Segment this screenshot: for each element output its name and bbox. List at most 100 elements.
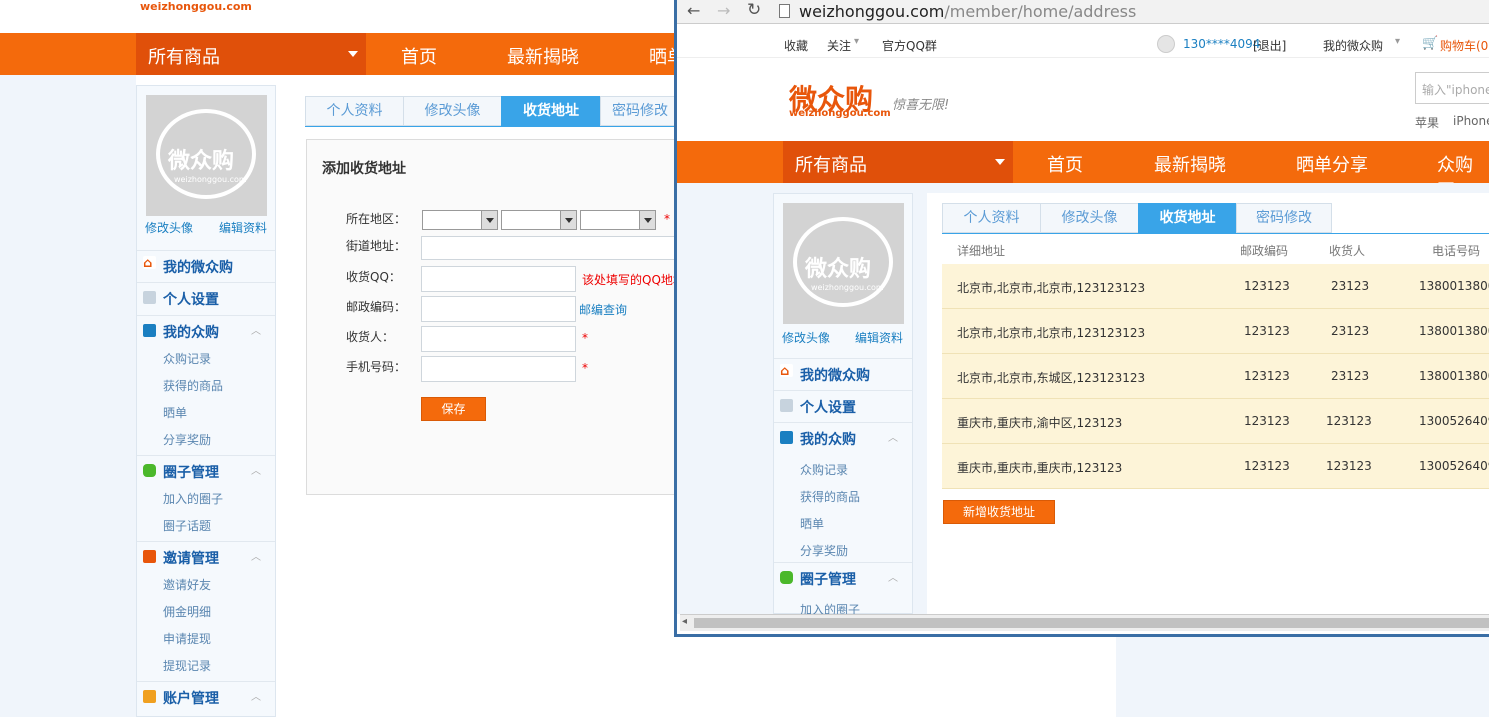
nav-latest[interactable]: 最新揭晓 — [507, 43, 579, 69]
edit-profile-link[interactable]: 编辑资料 — [855, 329, 903, 346]
menu-circle-mgmt[interactable]: 圈子管理 ︿ — [774, 562, 912, 593]
menu-my-purchases[interactable]: 我的众购 ︿ — [774, 422, 912, 453]
menu-personal-settings[interactable]: 个人设置 — [137, 282, 275, 313]
submenu-circle-topics[interactable]: 圈子话题 — [163, 517, 211, 534]
table-row[interactable]: 北京市,北京市,北京市,123123123 123123 23123 13800… — [942, 264, 1489, 309]
submenu-won-items[interactable]: 获得的商品 — [800, 488, 860, 505]
tab-profile[interactable]: 个人资料 — [942, 203, 1041, 233]
cart-link[interactable]: 购物车(0 — [1440, 37, 1488, 54]
tab-address[interactable]: 收货地址 — [501, 96, 601, 126]
tab-address[interactable]: 收货地址 — [1138, 203, 1237, 233]
avatar: 微众购 weizhonggou.com — [783, 203, 904, 324]
nav-latest[interactable]: 最新揭晓 — [1154, 151, 1226, 177]
chevron-down-icon — [348, 51, 358, 57]
user-name[interactable]: 130****4094 — [1183, 37, 1260, 51]
table-row[interactable]: 北京市,北京市,北京市,123123123 123123 23123 13800… — [942, 309, 1489, 354]
cell-receiver: 123123 — [1326, 414, 1372, 428]
zip-lookup-link[interactable]: 邮编查询 — [579, 301, 627, 318]
url-host: weizhonggou.com — [799, 2, 945, 21]
chevron-down-icon: ▾ — [1395, 36, 1401, 47]
menu-invite-mgmt[interactable]: 邀请管理 ︿ — [137, 541, 275, 572]
favorite-link[interactable]: 收藏 — [784, 37, 808, 54]
street-label: 街道地址： — [346, 239, 407, 253]
menu-my-purchases[interactable]: 我的众购 ︿ — [137, 315, 275, 346]
address-field[interactable]: weizhonggou.com/member/home/address — [799, 2, 1136, 21]
district-select[interactable] — [580, 210, 656, 230]
menu-my-weizhonggou[interactable]: ⌂ 我的微众购 — [774, 358, 912, 389]
chevron-up-icon: ︿ — [251, 552, 261, 563]
tab-password[interactable]: 密码修改 — [1236, 203, 1332, 233]
submenu-withdraw-records[interactable]: 提现记录 — [163, 657, 211, 674]
submenu-won-items[interactable]: 获得的商品 — [163, 377, 223, 394]
home-icon: ⌂ — [780, 364, 793, 379]
submenu-joined-circles[interactable]: 加入的圈子 — [163, 490, 223, 507]
form-title: 添加收货地址 — [322, 161, 406, 177]
menu-account-mgmt[interactable]: 账户管理 ︿ — [137, 681, 275, 712]
edit-avatar-link[interactable]: 修改头像 — [145, 219, 193, 236]
submenu-share-rewards[interactable]: 分享奖励 — [163, 431, 211, 448]
cell-phone: 1380013800 — [1419, 279, 1489, 293]
submenu-share-orders[interactable]: 晒单 — [800, 515, 824, 532]
cell-zip: 123123 — [1244, 279, 1290, 293]
save-button[interactable]: 保存 — [421, 397, 486, 421]
forward-icon[interactable]: → — [717, 1, 730, 20]
back-icon[interactable]: ← — [687, 1, 700, 20]
qq-group-link[interactable]: 官方QQ群 — [882, 37, 937, 54]
submenu-share-rewards[interactable]: 分享奖励 — [800, 542, 848, 559]
menu-personal-settings[interactable]: 个人设置 — [774, 390, 912, 421]
submenu-purchase-records[interactable]: 众购记录 — [163, 350, 211, 367]
hot-word-iphone[interactable]: iPhone — [1453, 114, 1489, 128]
table-row[interactable]: 重庆市,重庆市,重庆市,123123 123123 123123 1300526… — [942, 444, 1489, 489]
hot-word-apple[interactable]: 苹果 — [1415, 114, 1439, 131]
user-avatar-icon — [1157, 35, 1175, 53]
chevron-up-icon: ︿ — [251, 692, 261, 703]
all-products-menu[interactable]: 所有商品 — [136, 33, 366, 75]
chevron-up-icon: ︿ — [251, 326, 261, 337]
reload-icon[interactable]: ↻ — [747, 0, 761, 20]
follow-link[interactable]: 关注 — [827, 37, 851, 54]
search-input[interactable]: 输入"iphone" — [1415, 72, 1489, 104]
add-address-button[interactable]: 新增收货地址 — [943, 500, 1055, 524]
menu-circle-mgmt[interactable]: 圈子管理 ︿ — [137, 455, 275, 486]
tab-password[interactable]: 密码修改 — [600, 96, 680, 126]
province-select[interactable] — [422, 210, 498, 230]
submenu-share-orders[interactable]: 晒单 — [163, 404, 187, 421]
my-account-menu[interactable]: 我的微众购 — [1323, 37, 1383, 54]
submenu-purchase-records[interactable]: 众购记录 — [800, 461, 848, 478]
tab-avatar[interactable]: 修改头像 — [403, 96, 502, 126]
cell-address: 北京市,北京市,东城区,123123123 — [957, 371, 1146, 385]
edit-profile-link[interactable]: 编辑资料 — [219, 219, 267, 236]
logout-link[interactable]: [退出] — [1253, 37, 1286, 54]
scroll-left-icon[interactable]: ◂ — [682, 616, 687, 627]
tab-underline — [942, 233, 1489, 234]
horizontal-scrollbar[interactable]: ◂ — [680, 614, 1489, 631]
cell-receiver: 123123 — [1326, 459, 1372, 473]
nav-home[interactable]: 首页 — [401, 43, 437, 69]
street-input[interactable] — [421, 236, 681, 260]
table-row[interactable]: 重庆市,重庆市,渝中区,123123 123123 123123 1300526… — [942, 399, 1489, 444]
dropdown-arrow-icon — [560, 211, 576, 229]
tab-avatar[interactable]: 修改头像 — [1040, 203, 1139, 233]
zip-input[interactable] — [421, 296, 576, 322]
qq-input[interactable] — [421, 266, 576, 292]
receiver-input[interactable] — [421, 326, 576, 352]
table-row[interactable]: 北京市,北京市,东城区,123123123 123123 23123 13800… — [942, 354, 1489, 399]
submenu-commission-details[interactable]: 佣金明细 — [163, 603, 211, 620]
nav-share-orders[interactable]: 晒单分享 — [1296, 151, 1368, 177]
required-mark: * — [664, 212, 670, 226]
cell-zip: 123123 — [1244, 369, 1290, 383]
phone-input[interactable] — [421, 356, 576, 382]
submenu-apply-withdraw[interactable]: 申请提现 — [163, 630, 211, 647]
dropdown-arrow-icon — [481, 211, 497, 229]
nav-home[interactable]: 首页 — [1047, 151, 1083, 177]
scrollbar-thumb[interactable] — [694, 618, 1489, 628]
edit-avatar-link[interactable]: 修改头像 — [782, 329, 830, 346]
tab-profile[interactable]: 个人资料 — [305, 96, 404, 126]
gear-icon — [143, 291, 156, 304]
dropdown-arrow-icon — [639, 211, 655, 229]
city-select[interactable] — [501, 210, 577, 230]
col-header-phone: 电话号码 — [1432, 244, 1481, 258]
submenu-invite-friends[interactable]: 邀请好友 — [163, 576, 211, 593]
all-products-menu[interactable]: 所有商品 — [783, 141, 1013, 183]
menu-my-weizhonggou[interactable]: ⌂ 我的微众购 — [137, 250, 275, 281]
